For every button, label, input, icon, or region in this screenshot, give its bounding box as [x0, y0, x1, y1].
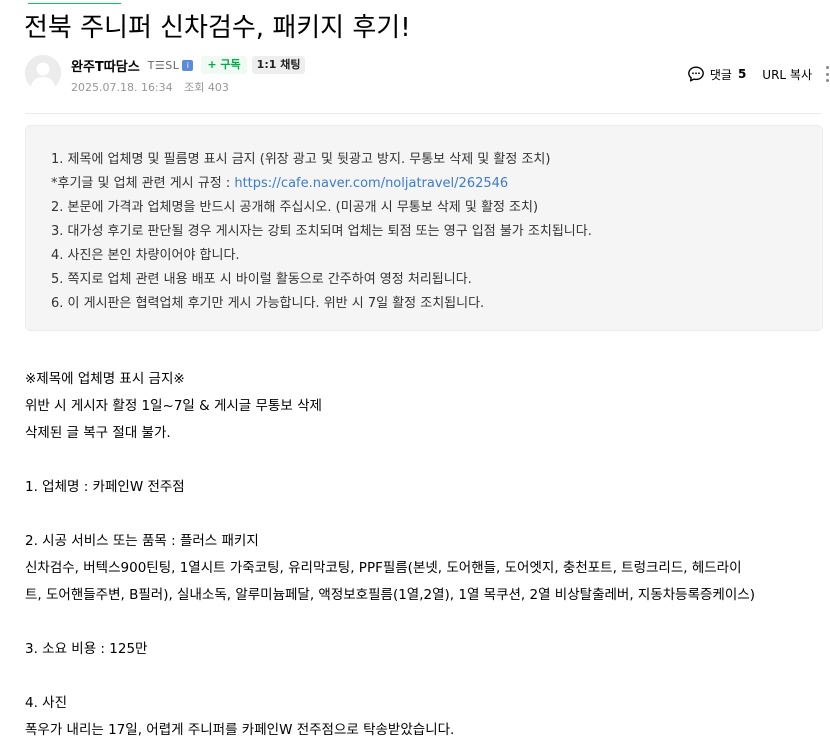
breadcrumb-remnant: ▁▁▁▁▁▁▁▁▁▁▁: [28, 0, 188, 4]
notice-line: 6. 이 게시판은 협력업체 후기만 게시 가능합니다. 위반 시 7일 활정 …: [51, 296, 485, 311]
notice-line: 3. 대가성 후기로 판단될 경우 게시자는 강퇴 조치되며 업체는 퇴점 또는…: [51, 224, 592, 239]
body-line: 폭우가 내리는 17일, 어렵게 주니퍼를 카페인W 전주점으로 탁송받았습니다…: [25, 722, 455, 738]
body-line: 삭제된 글 복구 절대 불가.: [25, 425, 171, 441]
post-body: ※제목에 업체명 표시 금지※ 위반 시 게시자 활정 1일~7일 & 게시글 …: [25, 366, 825, 744]
body-line: 3. 소요 비용 : 125만: [25, 641, 148, 657]
subscribe-button[interactable]: + 구독: [201, 56, 247, 74]
author-nickname[interactable]: 완주T따담스: [71, 56, 140, 75]
view-count: 조회 403: [184, 81, 229, 94]
post-title: 전북 주니퍼 신차검수, 패키지 후기!: [24, 13, 411, 43]
notice-prefix: *후기글 및 업체 관련 게시 규정 :: [51, 176, 235, 191]
default-profile-icon: [25, 55, 61, 91]
notice-line: *후기글 및 업체 관련 게시 규정 : https://cafe.naver.…: [51, 172, 822, 196]
post-date: 2025.07.18. 16:34: [71, 81, 173, 94]
body-line: 1. 업체명 : 카페인W 전주점: [25, 479, 185, 495]
notice-line: 2. 본문에 가격과 업체명을 반드시 공개해 주십시오. (미공개 시 무통보…: [51, 200, 539, 215]
body-line: 트, 도어핸들주변, B필러), 실내소독, 알루미늄페달, 액정보호필름(1열…: [25, 587, 755, 603]
post-tools: 댓글 5 URL 복사: [687, 63, 830, 85]
body-line: 2. 시공 서비스 또는 품목 : 플러스 패키지: [25, 533, 259, 549]
notice-line: 4. 사진은 본인 차량이어야 합니다.: [51, 248, 240, 263]
comment-button[interactable]: 댓글: [710, 66, 732, 83]
vertical-dots-icon[interactable]: [824, 65, 830, 83]
header-divider: [25, 113, 822, 114]
body-line: 위반 시 게시자 활정 1일~7일 & 게시글 무통보 삭제: [25, 398, 322, 414]
member-grade: T☰SL: [147, 58, 180, 72]
url-copy-button[interactable]: URL 복사: [762, 66, 812, 83]
notice-line: 5. 쪽지로 업체 관련 내용 배포 시 바이럴 활동으로 간주하여 영정 처리…: [51, 272, 472, 287]
comment-count[interactable]: 5: [738, 67, 746, 81]
notice-line: 1. 제목에 업체명 및 필름명 표시 금지 (위장 광고 및 뒷광고 방지. …: [51, 152, 551, 167]
board-notice-box: 1. 제목에 업체명 및 필름명 표시 금지 (위장 광고 및 뒷광고 방지. …: [25, 125, 823, 331]
post-meta: 2025.07.18. 16:34 조회 403: [71, 79, 229, 95]
author-avatar[interactable]: [25, 55, 61, 91]
speech-bubble-icon[interactable]: [687, 65, 705, 83]
body-line: ※제목에 업체명 표시 금지※: [25, 371, 185, 387]
author-line: 완주T따담스 T☰SL i + 구독 1:1 채팅: [71, 55, 306, 75]
grade-badge-icon: i: [182, 59, 194, 71]
body-line: 신차검수, 버텍스900틴팅, 1열시트 가죽코팅, 유리막코팅, PPF필름(…: [25, 560, 742, 576]
body-line: 4. 사진: [25, 695, 68, 711]
rules-link[interactable]: https://cafe.naver.com/noljatravel/26254…: [234, 176, 508, 191]
chat-button[interactable]: 1:1 채팅: [251, 56, 306, 74]
